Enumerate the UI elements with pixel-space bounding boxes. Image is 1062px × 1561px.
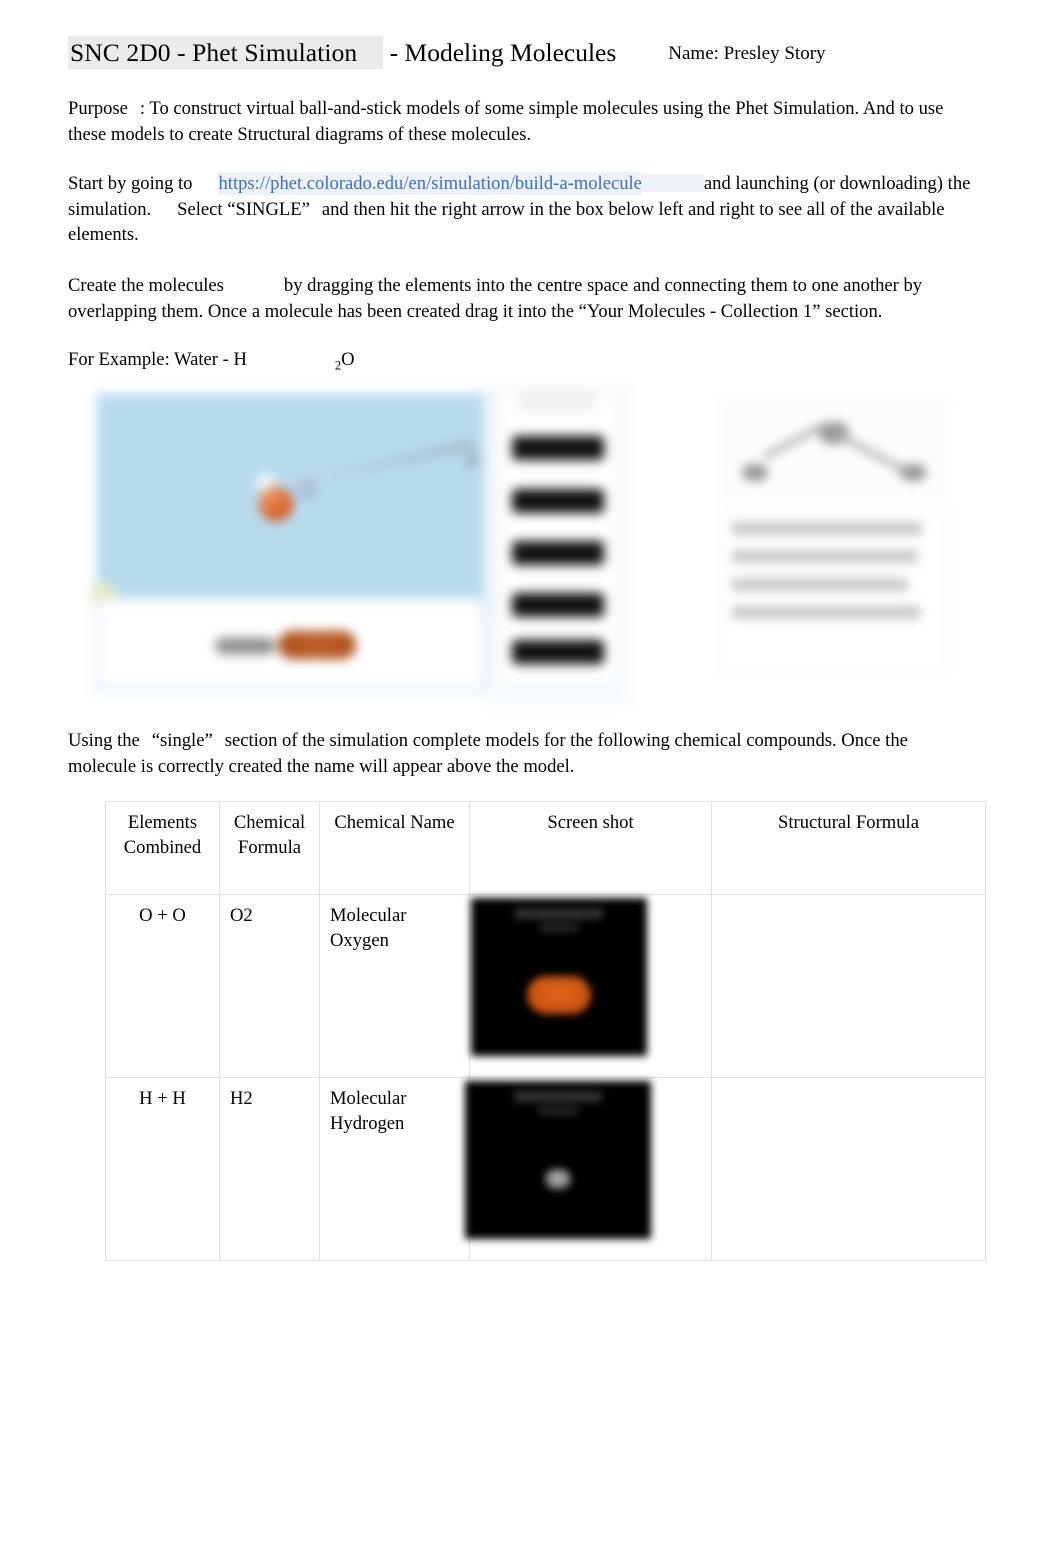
cursor-icon (464, 452, 480, 468)
cell-screen-shot (469, 894, 712, 1078)
create-paragraph: Create the molecules by dragging the elem… (68, 273, 976, 324)
table-row: O + O O2 Molecular Oxygen (105, 894, 986, 1078)
header-chemical-formula: Chemical Formula (219, 801, 320, 895)
header-chemical-name: Chemical Name (319, 801, 470, 895)
cell-chemical-name: Molecular Oxygen (319, 894, 470, 1078)
header-structural-formula: Structural Formula (711, 801, 986, 895)
title-suffix: - Modeling Molecules (389, 38, 617, 67)
example-element: O (341, 349, 355, 370)
purpose-colon: : (139, 98, 146, 119)
title-highlighted-part: SNC 2D0 - Phet Simulation (68, 36, 384, 69)
start-lead: Start by going to (68, 173, 193, 194)
select-single-text: Select “SINGLE” (177, 198, 310, 220)
cell-elements-combined: H + H (105, 1077, 220, 1261)
purpose-label: Purpose (68, 98, 128, 119)
instructions-lead: Using the (68, 730, 140, 751)
example-line: For Example: Water - H 2O (68, 347, 976, 379)
header-screen-shot: Screen shot (469, 801, 712, 895)
cell-elements-combined: O + O (105, 894, 220, 1078)
collection-header-strip (518, 390, 596, 412)
screenshot-subtitle-text (539, 924, 579, 932)
oxygen-atom-icon (259, 487, 293, 521)
phet-simulation-link[interactable]: https://phet.colorado.edu/en/simulation/… (218, 172, 642, 195)
student-name: Name: Presley Story (668, 43, 826, 64)
document-title-row: SNC 2D0 - Phet Simulation - Modeling Mol… (68, 36, 988, 74)
text-line (732, 550, 918, 563)
collection-row (512, 541, 604, 565)
hydrogen-molecule-icon (545, 1169, 571, 1189)
example-label: For Example: Water - H (68, 349, 247, 370)
phet-simulation-screenshot (88, 386, 636, 704)
create-lead: Create the molecules (68, 275, 224, 296)
text-line (732, 606, 920, 619)
table-row: H + H H2 Molecular Hydrogen (105, 1077, 986, 1261)
kit-atom-label (215, 638, 275, 654)
kit-oxygen-atom-icon (278, 631, 356, 659)
header-elements-combined: Elements Combined (105, 801, 220, 895)
cell-structural-formula[interactable] (711, 1077, 986, 1261)
screenshot-subtitle-text (538, 1107, 578, 1115)
cell-structural-formula[interactable] (711, 894, 986, 1078)
molecules-table: Elements Combined Chemical Formula Chemi… (105, 801, 986, 1261)
cell-chemical-name: Molecular Hydrogen (319, 1077, 470, 1261)
cell-chemical-formula: O2 (219, 894, 320, 1078)
text-line (732, 522, 922, 535)
hydrogen-atom-label (742, 464, 768, 481)
collection-row (512, 436, 604, 460)
cell-chemical-formula: H2 (219, 1077, 320, 1261)
collection-row (512, 640, 604, 664)
text-line (732, 578, 908, 591)
instructions-paragraph: Using the “single” section of the simulati… (68, 728, 976, 779)
cell-screen-shot (465, 1077, 712, 1261)
start-paragraph: Start by going to https://phet.colorado.e… (68, 171, 976, 248)
document-page: SNC 2D0 - Phet Simulation - Modeling Mol… (0, 0, 1062, 1561)
screenshot-title-text (514, 1091, 602, 1102)
collection-row (512, 489, 604, 513)
screenshot-container (465, 1078, 711, 1260)
screenshot-container (470, 895, 711, 1077)
purpose-text: To construct virtual ball-and-stick mode… (68, 98, 944, 145)
o2-molecule-screenshot (471, 898, 647, 1056)
oxygen-molecule-icon (527, 976, 591, 1014)
table-header-row: Elements Combined Chemical Formula Chemi… (105, 801, 986, 895)
structural-diagram-area (720, 398, 948, 502)
instructions-quoted: “single” (151, 730, 213, 751)
water-structural-formula-figure (714, 396, 954, 676)
screenshot-title-text (515, 908, 603, 919)
h2-molecule-screenshot (465, 1081, 651, 1239)
collection-row (512, 593, 604, 617)
purpose-paragraph: Purpose: To construct virtual ball-and-s… (68, 96, 976, 147)
link-highlight-padding (641, 173, 704, 193)
